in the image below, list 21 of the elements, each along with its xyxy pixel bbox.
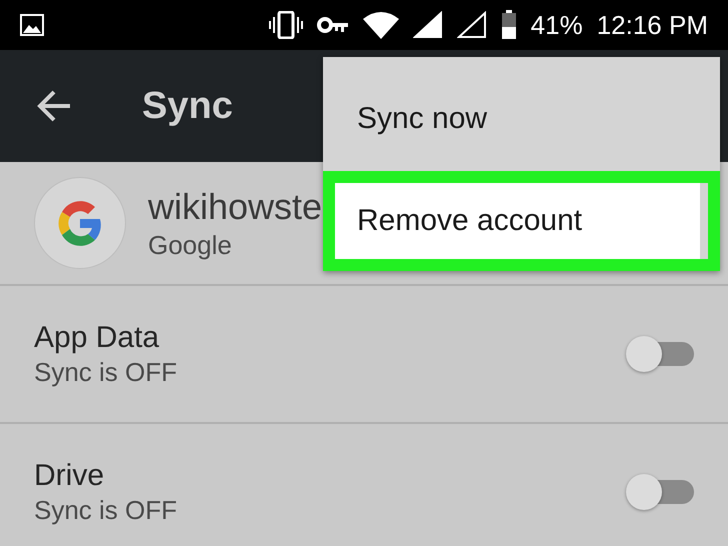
signal-icon <box>456 11 487 39</box>
back-arrow-icon[interactable] <box>36 90 72 122</box>
screen-title: Sync <box>142 84 233 128</box>
signal-icon <box>412 11 443 39</box>
sync-status: Sync is OFF <box>34 356 178 388</box>
sync-toggle[interactable] <box>626 474 694 510</box>
sync-toggle[interactable] <box>626 336 694 372</box>
key-icon <box>316 15 349 35</box>
menu-item[interactable]: Remove account <box>335 183 700 259</box>
sync-item-title: App Data <box>34 320 160 354</box>
vibrate-icon <box>268 11 303 39</box>
wifi-icon <box>362 11 399 39</box>
battery-percentage: 41% <box>530 10 583 40</box>
account-name: wikihowste <box>148 186 322 228</box>
menu-item[interactable]: Sync now <box>335 79 708 159</box>
battery-icon <box>500 10 517 40</box>
sync-item-title: Drive <box>34 458 106 492</box>
clock-time: 12:16 PM <box>596 10 708 40</box>
image-icon <box>20 14 44 36</box>
sync-status: Sync is OFF <box>34 494 178 526</box>
account-provider: Google <box>148 230 233 260</box>
